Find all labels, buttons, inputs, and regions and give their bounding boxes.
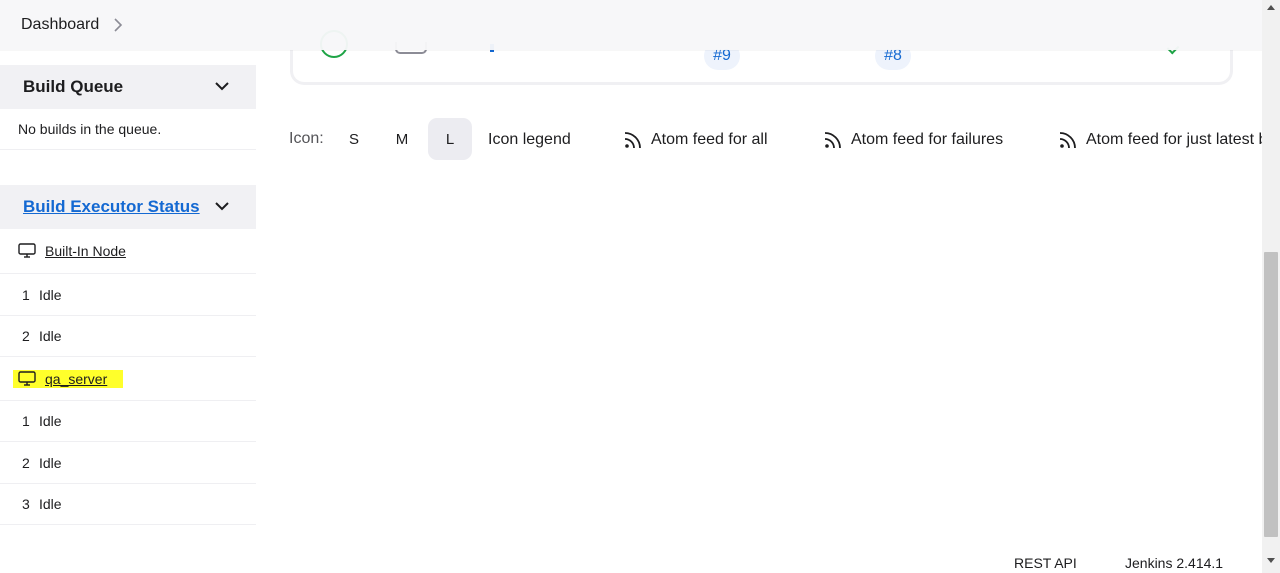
- node-row-built-in: Built-In Node: [0, 229, 256, 274]
- icon-size-bar: Icon: S M L Icon legend Atom feed for al…: [289, 118, 1280, 160]
- executor-status-header: Build Executor Status: [0, 185, 256, 229]
- scroll-up-icon[interactable]: [1267, 5, 1275, 10]
- scrollbar[interactable]: [1262, 0, 1280, 573]
- rss-icon: [624, 132, 641, 149]
- rest-api-link[interactable]: REST API: [1014, 555, 1077, 571]
- rss-icon: [1059, 132, 1076, 149]
- executor-state: Idle: [39, 286, 62, 303]
- executor-state: Idle: [39, 328, 62, 344]
- executor-row: 2 Idle: [0, 316, 256, 357]
- executor-number: 2: [22, 328, 30, 344]
- executor-state: Idle: [39, 454, 62, 471]
- atom-feed-failures-link[interactable]: Atom feed for failures: [823, 130, 1003, 150]
- icon-size-l[interactable]: L: [428, 118, 472, 160]
- atom-feed-latest-link[interactable]: Atom feed for just latest builds: [1058, 130, 1280, 150]
- build-executor-status-link[interactable]: Build Executor Status: [23, 197, 200, 217]
- icon-legend-link[interactable]: Icon legend: [488, 131, 571, 149]
- build-queue-empty-text: No builds in the queue.: [18, 121, 162, 137]
- executor-number: 1: [22, 413, 30, 429]
- breadcrumb-dashboard[interactable]: Dashboard: [21, 16, 99, 34]
- icon-size-m[interactable]: M: [380, 118, 424, 160]
- executor-row: 1 Idle: [0, 401, 256, 442]
- node-link-built-in[interactable]: Built-In Node: [45, 243, 126, 259]
- executor-row: 3 Idle: [0, 484, 256, 525]
- executor-state: Idle: [39, 413, 62, 429]
- chevron-right-icon[interactable]: [113, 18, 123, 32]
- executor-number: 2: [22, 454, 30, 471]
- executor-row: 2 Idle: [0, 442, 256, 484]
- executor-number: 3: [22, 496, 30, 512]
- computer-icon: [18, 243, 36, 258]
- build-queue-title: Build Queue: [23, 77, 124, 96]
- executor-state: Idle: [39, 496, 62, 512]
- jenkins-version-link[interactable]: Jenkins 2.414.1: [1125, 555, 1223, 571]
- icon-size-s[interactable]: S: [332, 118, 376, 160]
- build-queue-header[interactable]: Build Queue: [0, 65, 256, 109]
- executor-number: 1: [22, 286, 30, 303]
- node-link-qa-server[interactable]: qa_server: [45, 371, 107, 387]
- atom-feed-all-label: Atom feed for all: [651, 131, 768, 148]
- atom-feed-all-link[interactable]: Atom feed for all: [623, 130, 768, 150]
- scroll-down-icon[interactable]: [1267, 558, 1275, 563]
- atom-feed-failures-label: Atom feed for failures: [851, 131, 1004, 148]
- node-row-qa-server: qa_server: [0, 357, 256, 401]
- chevron-down-icon[interactable]: [214, 80, 230, 92]
- computer-icon: [18, 370, 36, 386]
- icon-size-label: Icon:: [289, 130, 324, 147]
- scrollbar-thumb[interactable]: [1264, 252, 1278, 537]
- atom-feed-latest-label: Atom feed for just latest builds: [1086, 131, 1280, 148]
- build-queue-empty: No builds in the queue.: [0, 109, 256, 150]
- executor-row: 1 Idle: [0, 274, 256, 316]
- breadcrumb: Dashboard: [0, 0, 1262, 50]
- chevron-down-icon[interactable]: [214, 200, 230, 212]
- rss-icon: [824, 132, 841, 149]
